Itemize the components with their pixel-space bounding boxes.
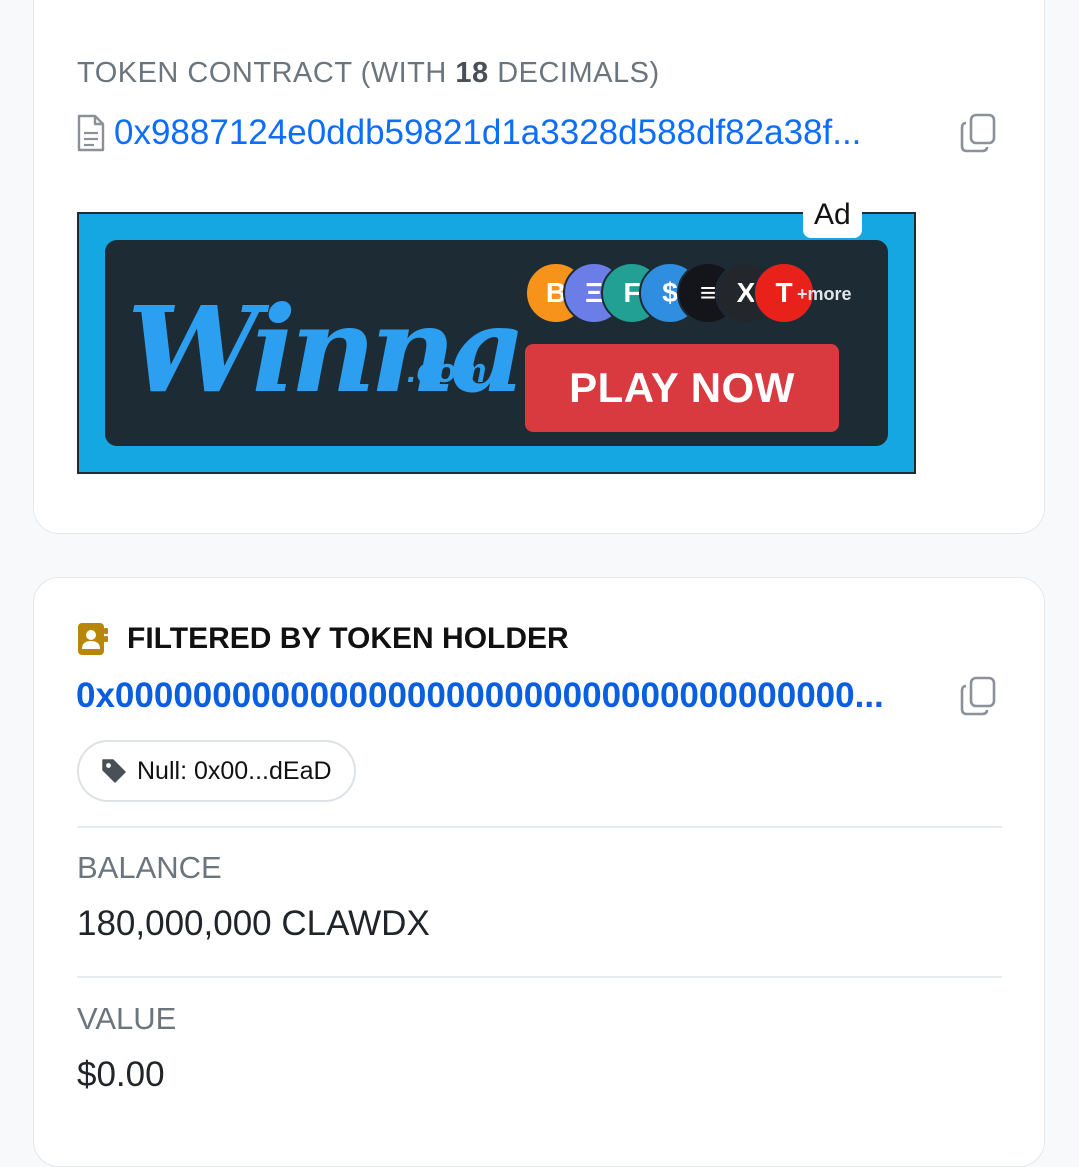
ad-brand-logo: Winna [127,280,526,419]
name-tag-pill[interactable]: Null: 0x00...dEaD [77,740,356,802]
value-label: VALUE [77,1001,177,1036]
ad-banner[interactable]: Winna .com B Ξ F $ ≡ X T +more PLAY NOW … [77,192,916,474]
divider [77,826,1002,828]
divider [77,976,1002,978]
holder-address-row: 0x00000000000000000000000000000000000000… [76,672,1002,720]
ad-badge: Ad [803,192,862,238]
token-contract-card: TOKEN CONTRACT (WITH 18 DECIMALS) 0x9887… [33,0,1045,534]
tag-icon [102,759,126,783]
token-holder-card: FILTERED BY TOKEN HOLDER 0x0000000000000… [33,577,1045,1167]
token-decimals: 18 [455,57,489,89]
ad-more-label: +more [797,284,852,304]
ad-brand-suffix: .com [407,352,487,390]
ad-frame: Winna .com B Ξ F $ ≡ X T +more PLAY NOW [77,212,916,474]
ad-panel: Winna .com B Ξ F $ ≡ X T +more PLAY NOW [105,240,888,446]
ad-play-now-button[interactable]: PLAY NOW [525,344,839,432]
token-contract-label: TOKEN CONTRACT (WITH 18 DECIMALS) [77,57,660,90]
token-contract-address-link[interactable]: 0x9887124e0ddb59821d1a3328d588df82a38f..… [114,113,940,153]
token-contract-address-row: 0x9887124e0ddb59821d1a3328d588df82a38f..… [76,109,1002,157]
name-tag-text: Null: 0x00...dEaD [137,756,332,785]
file-icon [76,114,106,152]
value-value: $0.00 [77,1055,165,1094]
copy-holder-button[interactable] [954,672,1002,720]
token-contract-label-prefix: TOKEN CONTRACT (WITH [77,57,456,89]
balance-value: 180,000,000 CLAWDX [77,904,430,943]
holder-address-link[interactable]: 0x00000000000000000000000000000000000000… [76,676,940,716]
holder-section-title: FILTERED BY TOKEN HOLDER [77,622,569,656]
copy-icon [960,676,996,716]
address-book-icon [78,623,108,655]
copy-icon [960,113,996,153]
holder-title-text: FILTERED BY TOKEN HOLDER [127,622,569,655]
token-contract-label-suffix: DECIMALS) [488,57,660,89]
copy-contract-button[interactable] [954,109,1002,157]
balance-label: BALANCE [77,850,222,885]
